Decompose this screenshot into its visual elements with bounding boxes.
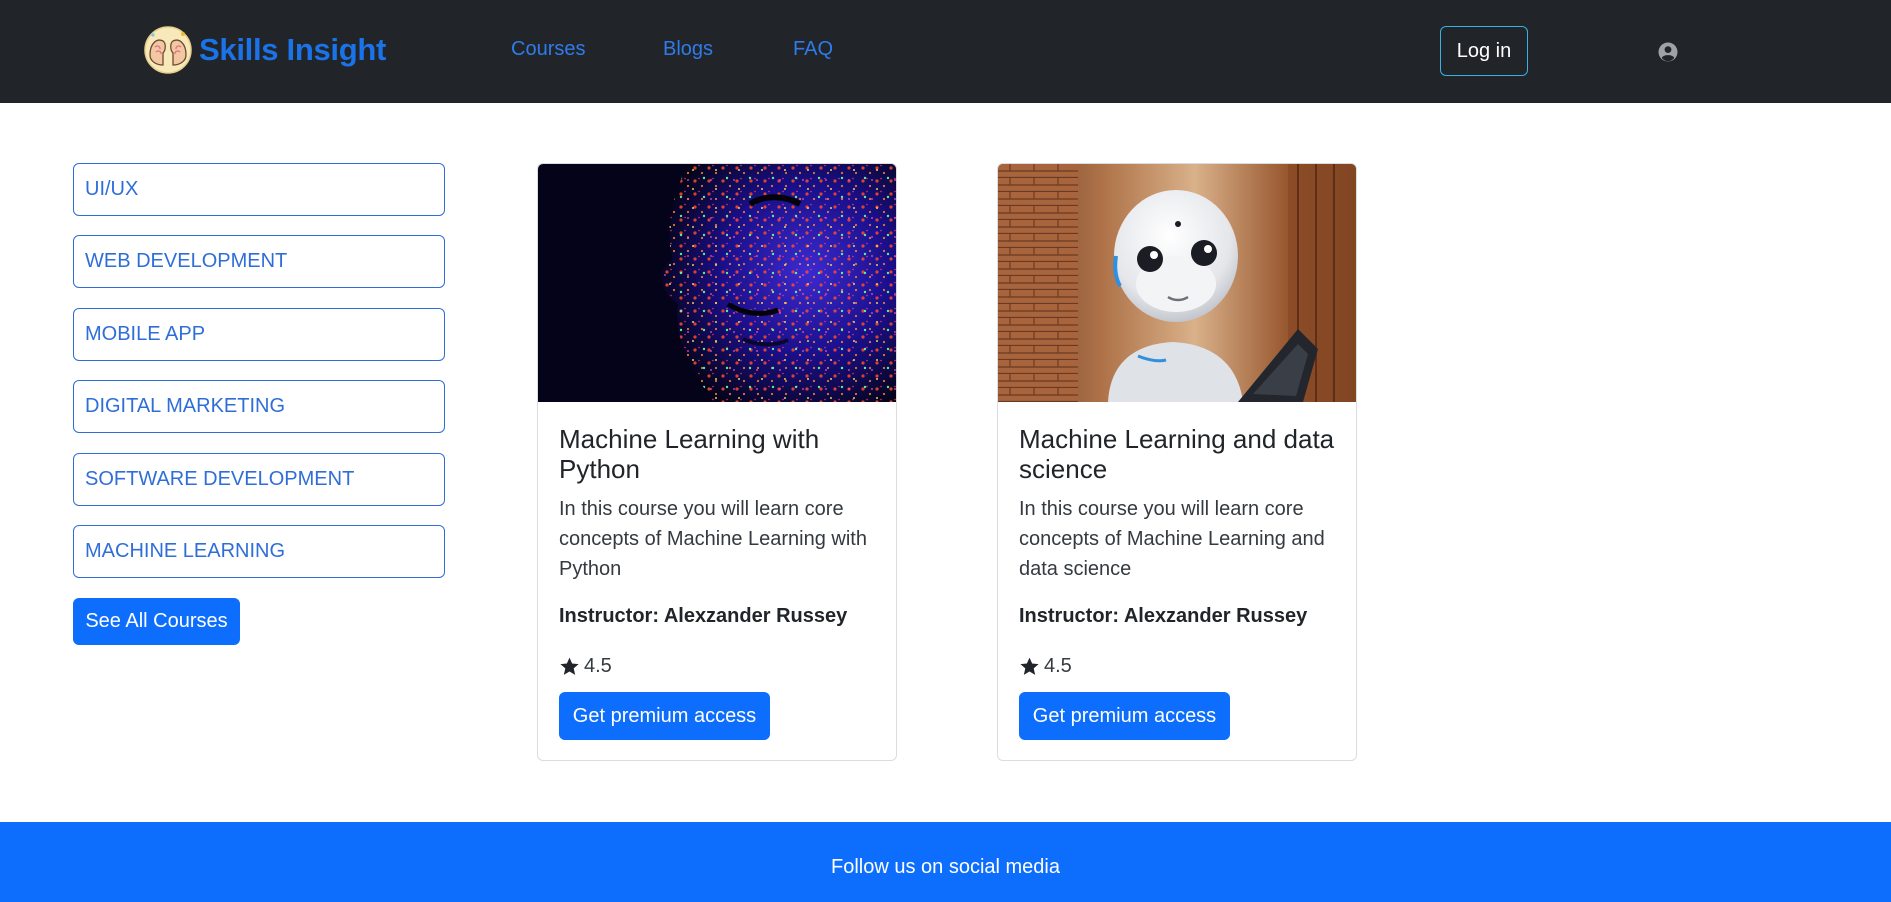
category-web-development[interactable]: WEB DEVELOPMENT [73, 235, 445, 288]
brand-link[interactable]: Skills Insight [143, 25, 386, 75]
get-premium-access-button[interactable]: Get premium access [1019, 692, 1230, 740]
course-rating: 4.5 [559, 655, 612, 678]
course-image-glowing-face [538, 164, 896, 402]
brand-name: Skills Insight [199, 32, 387, 67]
get-premium-access-button[interactable]: Get premium access [559, 692, 770, 740]
course-description: In this course you will learn core conce… [1019, 498, 1325, 580]
login-button[interactable]: Log in [1440, 26, 1528, 76]
category-software-development[interactable]: SOFTWARE DEVELOPMENT [73, 453, 445, 506]
course-card: Machine Learning and data science In thi… [997, 163, 1357, 761]
see-all-courses-button[interactable]: See All Courses [73, 598, 240, 645]
two-brains-logo-icon [144, 26, 192, 74]
course-instructor: Instructor: Alexzander Russey [1019, 605, 1308, 627]
nav-courses[interactable]: Courses [511, 38, 585, 61]
star-icon [560, 657, 579, 675]
rating-value: 4.5 [584, 655, 612, 677]
course-rating: 4.5 [1019, 655, 1072, 678]
category-digital-marketing[interactable]: DIGITAL MARKETING [73, 380, 445, 433]
course-instructor: Instructor: Alexzander Russey [559, 605, 848, 627]
nav-blogs[interactable]: Blogs [663, 38, 713, 61]
user-circle-icon[interactable] [1658, 42, 1678, 62]
rating-value: 4.5 [1044, 655, 1072, 677]
top-navbar: Skills Insight Courses Blogs FAQ Log in [0, 0, 1891, 103]
category-ui-ux[interactable]: UI/UX [73, 163, 445, 216]
category-machine-learning[interactable]: MACHINE LEARNING [73, 525, 445, 578]
course-title: Machine Learning with Python [559, 424, 820, 484]
course-title: Machine Learning and data science [1019, 424, 1335, 484]
course-card: Machine Learning with Python In this cou… [537, 163, 897, 761]
course-description: In this course you will learn core conce… [559, 498, 867, 580]
category-mobile-app[interactable]: MOBILE APP [73, 308, 445, 361]
star-icon [1020, 657, 1039, 675]
footer-social-text: Follow us on social media [831, 856, 1060, 878]
nav-faq[interactable]: FAQ [793, 38, 833, 61]
course-image-robot [998, 164, 1356, 402]
footer: Follow us on social media [0, 822, 1891, 902]
